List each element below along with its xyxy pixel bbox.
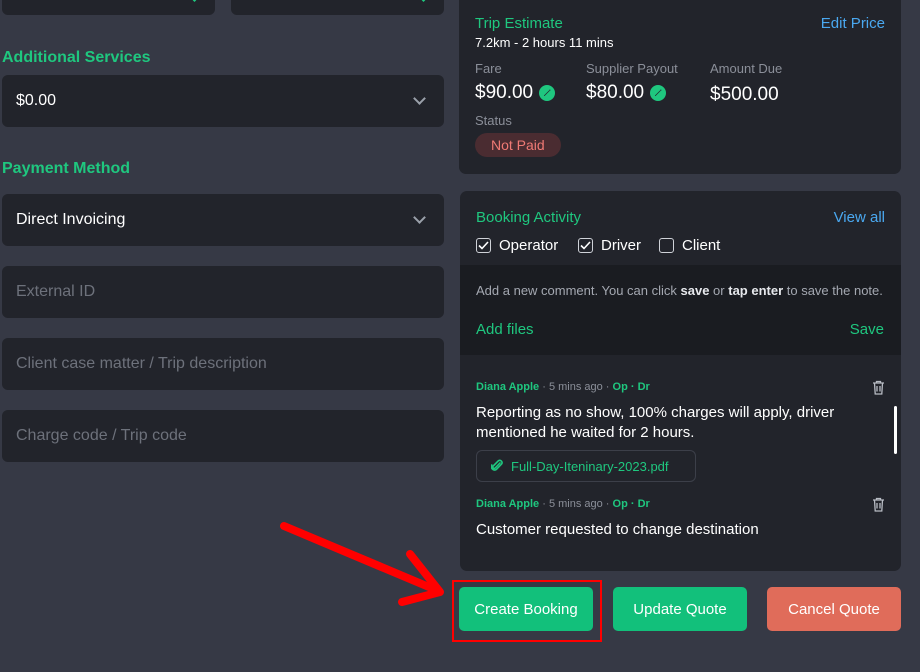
comment-text: Reporting as no show, 100% charges will …: [476, 404, 835, 441]
chevron-down-icon: [413, 211, 426, 224]
booking-activity-card: Booking Activity View all Operator Drive…: [460, 191, 901, 571]
filter-operator[interactable]: Operator: [476, 237, 558, 254]
status-badge: Not Paid: [475, 133, 561, 157]
view-all-link[interactable]: View all: [834, 209, 885, 226]
amount-due-label: Amount Due: [710, 61, 783, 76]
external-id-input[interactable]: [16, 283, 430, 301]
cancel-quote-button[interactable]: Cancel Quote: [767, 587, 901, 631]
add-files-button[interactable]: Add files: [476, 321, 534, 338]
amount-due-value: $500.00: [710, 84, 779, 105]
supplier-payout-label: Supplier Payout: [586, 61, 678, 76]
comment-meta: Diana Apple · 5 mins ago · Op · Dr: [476, 381, 650, 393]
external-id-field[interactable]: [2, 266, 444, 318]
comment-input-area[interactable]: Add a new comment. You can click save or…: [460, 265, 901, 355]
filter-driver-label: Driver: [601, 237, 641, 254]
charge-code-field[interactable]: [2, 410, 444, 462]
comment-item: Diana Apple · 5 mins ago · Op · Dr Repor…: [476, 381, 886, 482]
status-label: Status: [475, 113, 512, 128]
comment-hint: Add a new comment. You can click save or…: [476, 283, 883, 298]
checkbox-checked-icon[interactable]: [476, 238, 491, 253]
case-matter-input[interactable]: [16, 355, 430, 373]
annotation-highlight-box: [452, 580, 602, 642]
chevron-down-icon: [188, 0, 201, 2]
charge-code-input[interactable]: [16, 427, 430, 445]
update-quote-button[interactable]: Update Quote: [613, 587, 747, 631]
pencil-icon[interactable]: [650, 85, 667, 101]
trash-icon[interactable]: [872, 497, 885, 517]
booking-activity-title: Booking Activity: [476, 209, 582, 226]
supplier-payout-amount: $80.00: [586, 82, 667, 104]
top-select-right[interactable]: [231, 0, 444, 15]
fare-amount: $90.00: [475, 82, 556, 104]
additional-services-value: $0.00: [16, 92, 57, 109]
payment-method-label: Payment Method: [2, 160, 131, 177]
filter-operator-label: Operator: [499, 237, 559, 254]
filter-driver[interactable]: Driver: [578, 237, 641, 254]
chevron-down-icon: [417, 0, 430, 2]
attachment-chip[interactable]: Full-Day-Iteninary-2023.pdf: [476, 450, 696, 482]
trash-icon[interactable]: [872, 380, 885, 400]
comment-item: Diana Apple · 5 mins ago · Op · Dr Custo…: [476, 498, 886, 538]
scrollbar-thumb[interactable]: [894, 406, 897, 454]
pencil-icon[interactable]: [539, 85, 556, 101]
trip-estimate-title: Trip Estimate: [475, 15, 563, 32]
comment-meta: Diana Apple · 5 mins ago · Op · Dr: [476, 498, 650, 510]
trip-distance-duration: 7.2km - 2 hours 11 mins: [475, 35, 614, 50]
fare-value: $90.00: [475, 82, 534, 103]
checkbox-checked-icon[interactable]: [578, 238, 593, 253]
filter-client-label: Client: [682, 237, 721, 254]
additional-services-label: Additional Services: [2, 49, 151, 66]
comment-text: Customer requested to change destination: [476, 521, 759, 538]
save-comment-button[interactable]: Save: [850, 321, 884, 338]
checkbox-unchecked-icon[interactable]: [659, 238, 674, 253]
attachment-name: Full-Day-Iteninary-2023.pdf: [511, 458, 669, 474]
case-matter-field[interactable]: [2, 338, 444, 390]
filter-client[interactable]: Client: [659, 237, 720, 254]
annotation-arrow-icon: [280, 522, 444, 606]
edit-price-link[interactable]: Edit Price: [821, 15, 885, 32]
fare-label: Fare: [475, 61, 502, 76]
supplier-payout-value: $80.00: [586, 82, 645, 103]
additional-services-select[interactable]: $0.00: [2, 75, 444, 127]
top-select-left[interactable]: [2, 0, 215, 15]
paperclip-icon: [491, 459, 503, 471]
trip-estimate-card: Trip Estimate Edit Price 7.2km - 2 hours…: [459, 0, 901, 174]
payment-method-select[interactable]: Direct Invoicing: [2, 194, 444, 246]
payment-method-value: Direct Invoicing: [16, 211, 126, 228]
chevron-down-icon: [413, 92, 426, 105]
